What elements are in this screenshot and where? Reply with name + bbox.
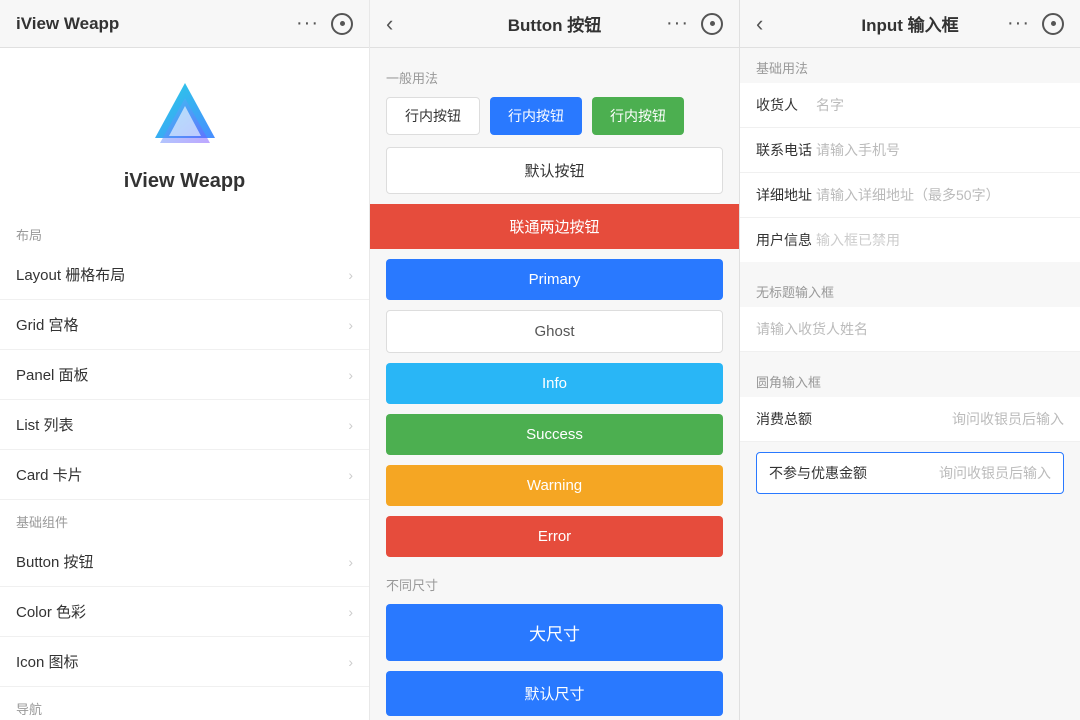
- nav-section-nav: 导航: [0, 687, 369, 720]
- circle-dot: [710, 21, 715, 26]
- info-full-button[interactable]: Info: [386, 363, 723, 404]
- button-panel-content: 一般用法 行内按钮 行内按钮 行内按钮 默认按钮 联通两边按钮 Primary …: [370, 48, 739, 720]
- sidebar-item-card[interactable]: Card 卡片 ›: [0, 450, 369, 500]
- sidebar-item-grid[interactable]: Grid 宫格 ›: [0, 300, 369, 350]
- input-panel-header: ‹ Input 输入框 ···: [740, 0, 1080, 48]
- sidebar-header-icons: ···: [296, 12, 353, 35]
- section-title-size: 不同尺寸: [386, 575, 723, 594]
- large-button[interactable]: 大尺寸: [386, 604, 723, 661]
- logo-area: iView Weapp: [0, 48, 369, 213]
- sidebar-item-icon[interactable]: Icon 图标 ›: [0, 637, 369, 687]
- arrow-icon: ›: [348, 317, 353, 333]
- back-icon[interactable]: ‹: [756, 11, 763, 37]
- warning-full-button[interactable]: Warning: [386, 465, 723, 506]
- input-row-recipient: 收货人 名字: [740, 83, 1080, 128]
- input-label-recipient: 收货人: [756, 95, 816, 115]
- input-row-no-label[interactable]: 请输入收货人姓名: [740, 307, 1080, 352]
- sidebar-item-button[interactable]: Button 按钮 ›: [0, 537, 369, 587]
- section-title-general: 一般用法: [386, 68, 723, 87]
- sidebar-title: iView Weapp: [16, 14, 119, 34]
- input-section-notitle: 请输入收货人姓名: [740, 307, 1080, 352]
- error-full-button[interactable]: Error: [386, 516, 723, 557]
- input-row-userinfo: 用户信息 输入框已禁用: [740, 218, 1080, 262]
- arrow-icon: ›: [348, 554, 353, 570]
- inline-success-button[interactable]: 行内按钮: [592, 97, 684, 135]
- arrow-icon: ›: [348, 417, 353, 433]
- input-placeholder-disabled: 输入框已禁用: [816, 230, 1064, 250]
- input-placeholder-phone[interactable]: 请输入手机号: [816, 140, 1064, 160]
- more-icon[interactable]: ···: [666, 12, 689, 35]
- sidebar-header: iView Weapp ···: [0, 0, 369, 48]
- medium-button[interactable]: 默认尺寸: [386, 671, 723, 716]
- circle-icon[interactable]: [1042, 13, 1064, 35]
- logo-text: iView Weapp: [124, 170, 246, 193]
- input-row-address: 详细地址 请输入详细地址（最多50字）: [740, 173, 1080, 218]
- input-panel: ‹ Input 输入框 ··· 基础用法 收货人 名字 联系电话 请输入手机号 …: [740, 0, 1080, 720]
- arrow-icon: ›: [348, 467, 353, 483]
- arrow-icon: ›: [348, 654, 353, 670]
- inline-buttons-row: 行内按钮 行内按钮 行内按钮: [386, 97, 723, 135]
- circle-dot-icon: [340, 21, 345, 26]
- input-row-discount-bordered[interactable]: 不参与优惠金额 询问收银员后输入: [756, 452, 1064, 494]
- more-icon[interactable]: ···: [296, 12, 319, 35]
- full-edge-button[interactable]: 联通两边按钮: [370, 204, 739, 249]
- circle-icon[interactable]: [701, 13, 723, 35]
- input-row-total: 消费总额 询问收银员后输入: [740, 397, 1080, 442]
- input-row-phone: 联系电话 请输入手机号: [740, 128, 1080, 173]
- input-header-icons: ···: [1007, 12, 1064, 35]
- input-placeholder-name[interactable]: 名字: [816, 95, 1064, 115]
- back-icon[interactable]: ‹: [386, 11, 393, 37]
- input-placeholder-recipient-name: 请输入收货人姓名: [756, 319, 868, 339]
- logo-icon: [145, 78, 225, 158]
- input-placeholder-discount: 询问收银员后输入: [939, 463, 1051, 483]
- sidebar-item-list[interactable]: List 列表 ›: [0, 400, 369, 450]
- sidebar-item-panel[interactable]: Panel 面板 ›: [0, 350, 369, 400]
- input-label-userinfo: 用户信息: [756, 230, 816, 250]
- more-icon[interactable]: ···: [1007, 12, 1030, 35]
- nav-section-basic: 基础组件: [0, 500, 369, 537]
- success-full-button[interactable]: Success: [386, 414, 723, 455]
- input-panel-title: Input 输入框: [861, 11, 958, 36]
- ghost-full-button[interactable]: Ghost: [386, 310, 723, 353]
- input-section-basic: 收货人 名字 联系电话 请输入手机号 详细地址 请输入详细地址（最多50字） 用…: [740, 83, 1080, 262]
- input-section-notitle-header: 无标题输入框: [740, 272, 1080, 307]
- inline-primary-button[interactable]: 行内按钮: [490, 97, 582, 135]
- input-section-basic-title: 基础用法: [740, 48, 1080, 83]
- button-panel: ‹ Button 按钮 ··· 一般用法 行内按钮 行内按钮 行内按钮 默认按钮…: [370, 0, 740, 720]
- button-panel-title: Button 按钮: [508, 11, 601, 36]
- input-label-discount: 不参与优惠金额: [769, 463, 867, 483]
- nav-list: 布局 Layout 栅格布局 › Grid 宫格 › Panel 面板 › Li…: [0, 213, 369, 720]
- arrow-icon: ›: [348, 604, 353, 620]
- circle-icon[interactable]: [331, 13, 353, 35]
- input-section-rounded-header: 圆角输入框: [740, 362, 1080, 397]
- primary-full-button[interactable]: Primary: [386, 259, 723, 300]
- input-label-total: 消费总额: [756, 409, 816, 429]
- button-panel-header: ‹ Button 按钮 ···: [370, 0, 739, 48]
- arrow-icon: ›: [348, 367, 353, 383]
- arrow-icon: ›: [348, 267, 353, 283]
- circle-dot: [1051, 21, 1056, 26]
- nav-section-layout: 布局: [0, 213, 369, 250]
- sidebar-panel: iView Weapp ···: [0, 0, 370, 720]
- default-full-button[interactable]: 默认按钮: [386, 147, 723, 194]
- sidebar-item-color[interactable]: Color 色彩 ›: [0, 587, 369, 637]
- button-header-icons: ···: [666, 12, 723, 35]
- input-placeholder-address[interactable]: 请输入详细地址（最多50字）: [816, 185, 1064, 205]
- sidebar-item-layout-grid[interactable]: Layout 栅格布局 ›: [0, 250, 369, 300]
- input-section-rounded: 消费总额 询问收银员后输入: [740, 397, 1080, 442]
- input-panel-content: 基础用法 收货人 名字 联系电话 请输入手机号 详细地址 请输入详细地址（最多5…: [740, 48, 1080, 720]
- inline-default-button[interactable]: 行内按钮: [386, 97, 480, 135]
- input-label-address: 详细地址: [756, 185, 816, 205]
- input-label-phone: 联系电话: [756, 140, 816, 160]
- input-placeholder-total[interactable]: 询问收银员后输入: [816, 409, 1064, 429]
